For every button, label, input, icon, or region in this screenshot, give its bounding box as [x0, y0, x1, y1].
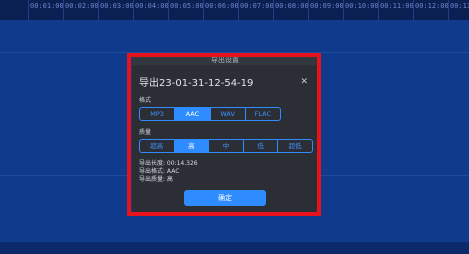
ruler-tick-label: 00:02:00 [65, 2, 99, 10]
ruler-tick-mark [413, 0, 414, 20]
ruler-tick-label: 00:05:00 [170, 2, 204, 10]
highlight-frame [127, 53, 321, 216]
ruler-tick-mark [343, 0, 344, 20]
ruler-tick-label: 00:10:00 [345, 2, 379, 10]
ruler-tick-mark [28, 0, 29, 20]
bottom-strip [0, 242, 469, 254]
ruler-tick-label: 00:06:00 [205, 2, 239, 10]
ruler-tick-mark [63, 0, 64, 20]
ruler-tick-mark [133, 0, 134, 20]
ruler-tick-label: 00:12:00 [415, 2, 449, 10]
ruler-tick-mark [448, 0, 449, 20]
ruler-tick-mark [168, 0, 169, 20]
ruler-tick-mark [98, 0, 99, 20]
ruler-tick-mark [203, 0, 204, 20]
ruler-tick-label: 00:03:00 [100, 2, 134, 10]
ruler-tick-label: 00:13:00 [450, 2, 469, 10]
ruler-tick-label: 00:07:00 [240, 2, 274, 10]
ruler-tick-mark [308, 0, 309, 20]
ruler-tick-mark [378, 0, 379, 20]
ruler-tick-label: 00:04:00 [135, 2, 169, 10]
ruler-tick-label: 00:01:00 [30, 2, 64, 10]
timeline-ruler[interactable]: 00:01:00 00:02:00 00:03:00 00:04:00 00:05:00… [0, 0, 469, 21]
ruler-tick-label: 00:11:00 [380, 2, 414, 10]
ruler-tick-label: 00:09:00 [310, 2, 344, 10]
ruler-tick-label: 00:08:00 [275, 2, 309, 10]
ruler-tick-mark [238, 0, 239, 20]
ruler-tick-mark [273, 0, 274, 20]
